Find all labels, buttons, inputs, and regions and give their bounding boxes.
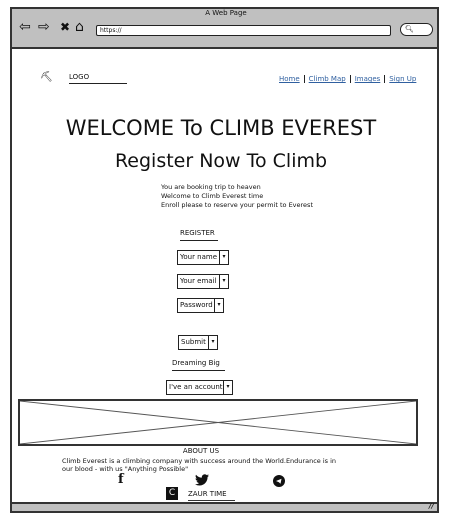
chevron-down-icon[interactable]: ▾ — [208, 336, 217, 349]
password-field[interactable]: Password ▾ — [177, 298, 224, 313]
submit-label: Submit — [181, 338, 206, 346]
copyright-icon: C — [166, 487, 178, 500]
facebook-icon[interactable]: f — [118, 472, 124, 487]
name-field-text: Your name — [180, 253, 218, 261]
resize-handle-icon[interactable]: // — [429, 502, 434, 510]
account-label: I've an account — [169, 383, 223, 391]
chevron-down-icon[interactable]: ▾ — [219, 275, 228, 288]
forward-arrow-icon[interactable]: ⇨ — [38, 20, 50, 34]
chevron-down-icon[interactable]: ▾ — [214, 299, 223, 312]
page-subtitle: Register Now To Climb — [114, 150, 328, 172]
url-input[interactable]: https:// — [96, 25, 391, 36]
page-title: WELCOME To CLIMB EVEREST — [65, 116, 377, 140]
password-field-text: Password — [180, 301, 213, 309]
telegram-icon[interactable] — [273, 475, 285, 487]
climber-icon: ⛏ — [40, 72, 53, 83]
register-heading: REGISTER — [180, 229, 218, 241]
name-field[interactable]: Your name ▾ — [177, 250, 229, 265]
email-field[interactable]: Your email ▾ — [177, 274, 229, 289]
brand-name: ZAUR TIME — [188, 490, 235, 501]
image-placeholder — [18, 399, 418, 446]
logo[interactable]: LOGO — [69, 73, 127, 84]
nav-climb-map[interactable]: Climb Map — [309, 75, 351, 83]
account-button[interactable]: I've an account ▾ — [166, 380, 233, 395]
nav-images[interactable]: Images — [355, 75, 386, 83]
browser-statusbar: // — [10, 502, 439, 513]
intro-line: Welcome to Climb Everest time — [161, 192, 264, 200]
dreaming-big-heading: Dreaming Big — [172, 359, 225, 371]
about-heading: ABOUT US — [182, 447, 220, 455]
chevron-down-icon[interactable]: ▾ — [219, 251, 228, 264]
nav-home[interactable]: Home — [279, 75, 305, 83]
submit-button[interactable]: Submit ▾ — [178, 335, 218, 350]
search-icon[interactable]: 🔍︎ — [400, 23, 433, 36]
window-title: A Web Page — [205, 9, 247, 17]
intro-line: You are booking trip to heaven — [161, 183, 261, 191]
close-x-icon[interactable]: ✖ — [60, 20, 70, 34]
email-field-text: Your email — [180, 277, 217, 285]
nav-menu: Home Climb Map Images Sign Up — [279, 75, 420, 83]
chevron-down-icon[interactable]: ▾ — [223, 381, 232, 394]
about-text: Climb Everest is a climbing company with… — [62, 457, 337, 473]
home-icon[interactable]: ⌂ — [75, 20, 84, 34]
back-arrow-icon[interactable]: ⇦ — [19, 20, 31, 34]
nav-sign-up[interactable]: Sign Up — [389, 75, 420, 83]
intro-line: Enroll please to reserve your permit to … — [161, 201, 313, 209]
twitter-icon[interactable] — [195, 474, 209, 486]
